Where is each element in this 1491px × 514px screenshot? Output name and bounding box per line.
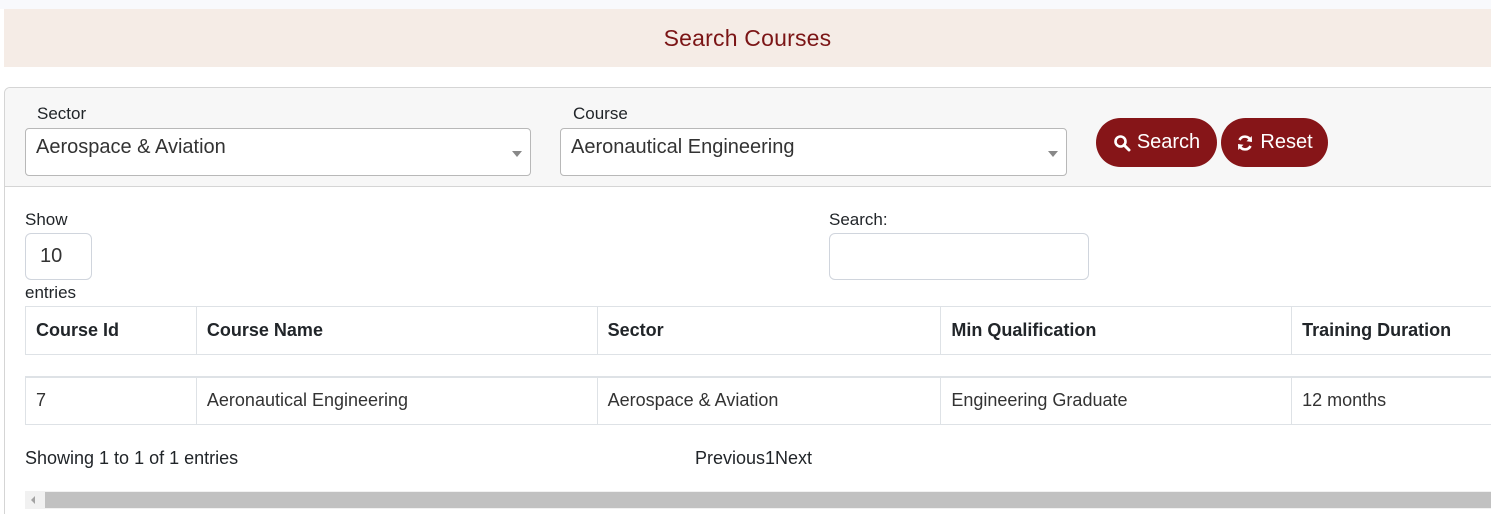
column-header-sector[interactable]: Sector (596, 306, 942, 355)
table-row: 7 Aeronautical Engineering Aerospace & A… (25, 376, 1491, 425)
horizontal-scrollbar[interactable] (25, 491, 1491, 509)
table-search-label: Search: (829, 210, 888, 229)
top-strip (0, 0, 1491, 9)
show-label: Show (25, 210, 68, 229)
table-spacer-row (25, 354, 1491, 378)
cell-course-name: Aeronautical Engineering (195, 376, 598, 425)
next-page-button[interactable]: Next (775, 448, 812, 469)
previous-page-button[interactable]: Previous (695, 448, 765, 469)
page-title: Search Courses (663, 24, 832, 51)
reset-button-label: Reset (1260, 131, 1313, 153)
column-header-course-name[interactable]: Course Name (195, 306, 598, 355)
cell-course-id: 7 (25, 376, 197, 425)
refresh-icon (1238, 134, 1253, 151)
page-1-button[interactable]: 1 (765, 448, 775, 469)
table-header-row: Course Id Course Name Sector Min Qualifi… (25, 306, 1491, 355)
filter-panel: Sector Aerospace & Aviation Course Aeron… (5, 88, 1491, 187)
column-header-course-id[interactable]: Course Id (25, 306, 197, 355)
course-select[interactable]: Aeronautical Engineering (560, 128, 1067, 176)
pagination: Previous 1 Next (695, 448, 812, 469)
chevron-down-icon (1048, 151, 1058, 157)
table-info: Showing 1 to 1 of 1 entries (25, 448, 239, 468)
reset-button[interactable]: Reset (1221, 118, 1328, 167)
sector-label: Sector (37, 104, 87, 123)
sector-select[interactable]: Aerospace & Aviation (25, 128, 531, 176)
sector-select-value: Aerospace & Aviation (36, 136, 226, 158)
search-button[interactable]: Search (1096, 118, 1217, 167)
column-header-min-qualification[interactable]: Min Qualification (940, 306, 1293, 355)
scrollbar-thumb[interactable] (45, 492, 1491, 508)
search-button-label: Search (1136, 131, 1201, 153)
page-length-select[interactable]: 10 (25, 233, 92, 280)
cell-sector: Aerospace & Aviation (596, 376, 942, 425)
column-header-training-duration[interactable]: Training Duration (1291, 306, 1491, 355)
cell-training-duration: 12 months (1291, 376, 1491, 425)
chevron-down-icon (512, 151, 522, 157)
course-select-value: Aeronautical Engineering (571, 136, 795, 158)
entries-label: entries (25, 283, 77, 302)
cell-min-qualification: Engineering Graduate (940, 376, 1293, 425)
courses-table: Course Id Course Name Sector Min Qualifi… (25, 306, 1491, 425)
search-card: Sector Aerospace & Aviation Course Aeron… (4, 87, 1491, 514)
page-length-value: 10 (40, 245, 63, 267)
scroll-left-arrow-icon[interactable] (31, 496, 35, 504)
course-label: Course (573, 104, 628, 123)
search-icon (1114, 134, 1131, 151)
table-search-input[interactable] (829, 233, 1089, 280)
page-header: Search Courses (4, 9, 1491, 67)
